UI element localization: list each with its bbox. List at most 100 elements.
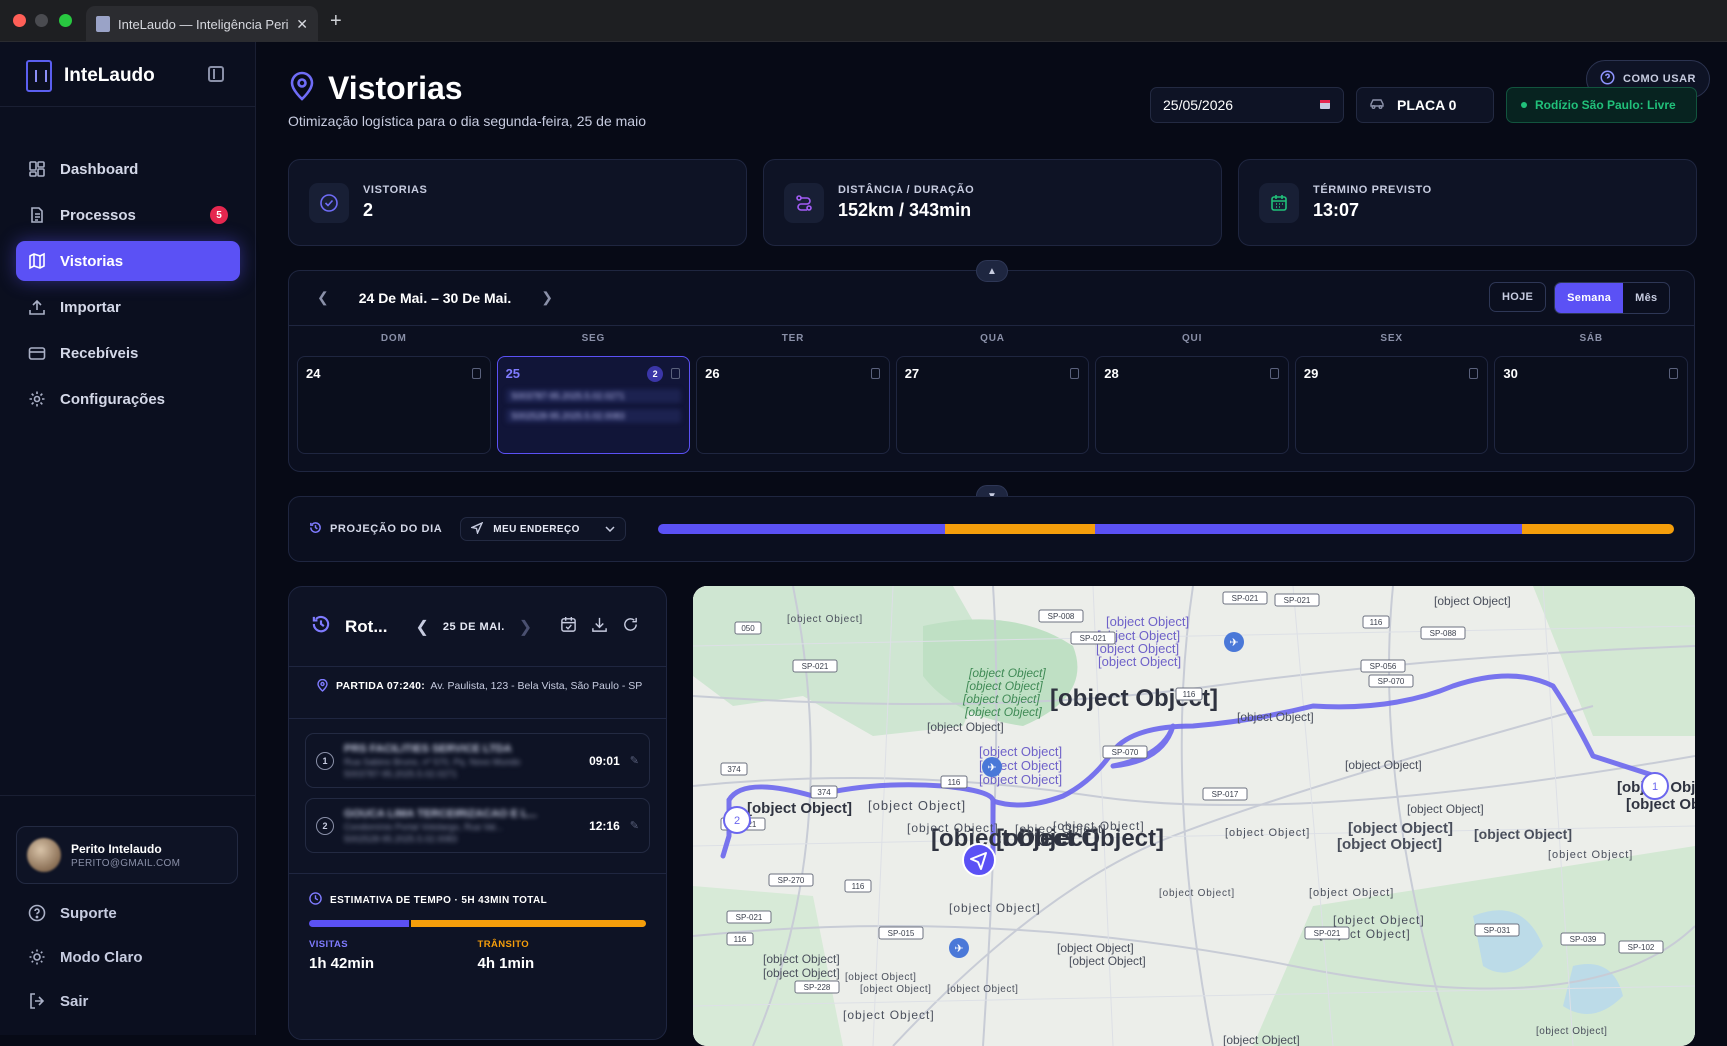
- route-stop[interactable]: 2 GOUCA LIMA TERCEIRIZACAO E L... Condom…: [305, 798, 650, 853]
- transit-segment: [1521, 524, 1674, 534]
- map-label: [object Object]: [1407, 802, 1484, 816]
- map-label: [object Object]: [1337, 836, 1442, 853]
- calendar-entry[interactable]: 5003787-95.2025.5.02.0271: [505, 389, 682, 403]
- weekday-label: TER: [781, 333, 805, 344]
- download-icon[interactable]: [591, 616, 608, 638]
- document-icon[interactable]: [1668, 368, 1678, 379]
- stop-time: 09:01: [589, 753, 620, 768]
- route-start: PARTIDA 07:240: Av. Paulista, 123 - Bela…: [289, 667, 666, 719]
- calendar-check-icon[interactable]: [560, 616, 577, 638]
- edit-icon[interactable]: ✎: [630, 754, 639, 767]
- day-number: 29: [1303, 366, 1319, 381]
- chevron-up-icon[interactable]: ▲: [976, 260, 1008, 282]
- help-label: COMO USAR: [1623, 73, 1696, 85]
- maximize-window-button[interactable]: [59, 14, 72, 27]
- route-panel: Rot... ❮ 25 DE MAI. ❯ PARTIDA 07:240: Av…: [288, 586, 667, 1040]
- stop-process: 5003787-95.2025.5.02.0271: [344, 768, 458, 779]
- sidebar-item-dashboard[interactable]: Dashboard: [16, 149, 240, 189]
- chevron-right-icon[interactable]: ❯: [519, 617, 532, 637]
- document-icon[interactable]: [471, 368, 481, 379]
- road-shield-label: SP-102: [1628, 943, 1655, 952]
- sidebar-item-vistorias[interactable]: Vistorias: [16, 241, 240, 281]
- map-label: [object Object]: [787, 614, 863, 625]
- map-label: [object Object]: [1548, 849, 1633, 861]
- logout-icon: [28, 992, 46, 1010]
- road-shield: SP-021: [1070, 631, 1116, 645]
- map-label: [object Object]: [1333, 913, 1425, 927]
- brand[interactable]: InteLaudo: [26, 58, 155, 94]
- navigation-icon: [962, 843, 996, 877]
- road-shield: SP-228: [794, 980, 840, 994]
- route-stop[interactable]: 1 PRS FACILITIES SERVICE LTDA Rua Sabino…: [305, 733, 650, 788]
- visits-segment: [309, 920, 410, 927]
- route-icon: [784, 182, 824, 223]
- weekday-label: SÁB: [1579, 333, 1603, 344]
- sidebar-bottom-nav: Suporte Modo Claro Sair: [16, 893, 240, 1025]
- edit-icon[interactable]: ✎: [630, 819, 639, 832]
- calendar-day[interactable]: 28: [1095, 356, 1289, 454]
- svg-text:✈: ✈: [987, 762, 996, 774]
- estimate-bar: [309, 920, 646, 927]
- close-window-button[interactable]: [13, 14, 26, 27]
- road-shield: 374: [810, 785, 838, 799]
- collapse-sidebar-icon[interactable]: [208, 66, 224, 82]
- day-number: 30: [1503, 366, 1518, 381]
- origin-select[interactable]: MEU ENDEREÇO: [460, 517, 627, 541]
- month-view-button[interactable]: Mês: [1623, 283, 1669, 313]
- calendar-entry[interactable]: 5002528-95.2025.5.02.0083: [505, 409, 682, 423]
- page-header: Vistorias Otimização logística para o di…: [288, 70, 646, 129]
- calendar-day-selected[interactable]: 25 2 5003787-95.2025.5.02.0271 5002528-9…: [496, 356, 691, 454]
- chevron-right-icon[interactable]: ❯: [541, 289, 553, 306]
- refresh-icon[interactable]: [622, 616, 639, 638]
- map-label: [object Object]: [868, 798, 966, 813]
- calendar-day[interactable]: 26: [696, 356, 890, 454]
- sidebar-nav: Dashboard Processos 5 Vistorias Importar: [16, 149, 240, 425]
- calendar-day[interactable]: 29: [1294, 356, 1489, 454]
- sidebar-item-label: Modo Claro: [60, 948, 143, 966]
- user-card[interactable]: Perito Intelaudo PERITO@GMAIL.COM: [16, 826, 238, 884]
- chevron-left-icon[interactable]: ❮: [416, 617, 429, 637]
- sidebar-item-sair[interactable]: Sair: [16, 981, 240, 1021]
- minimize-window-button[interactable]: [35, 14, 48, 27]
- document-icon[interactable]: [1070, 368, 1080, 379]
- map-label: [object Object]: [1159, 888, 1235, 899]
- document-icon[interactable]: [1469, 368, 1479, 379]
- kpi-distancia: DISTÂNCIA / DURAÇÃO 152km / 343min: [763, 159, 1222, 246]
- road-shield: SP-102: [1618, 940, 1664, 954]
- projection-bar: [658, 524, 1674, 534]
- route-map[interactable]: [object Object] [object Object] [object …: [693, 586, 1695, 1046]
- today-button[interactable]: HOJE: [1489, 282, 1547, 312]
- sidebar-item-processos[interactable]: Processos 5: [16, 195, 240, 235]
- sidebar-item-recebiveis[interactable]: Recebíveis: [16, 333, 240, 373]
- road-shield: 116: [1175, 687, 1203, 701]
- kpi-value: 2: [363, 200, 374, 220]
- calendar-day[interactable]: 24: [297, 356, 491, 454]
- date-picker[interactable]: 25/05/2026: [1150, 87, 1344, 123]
- week-view-button[interactable]: Semana: [1555, 283, 1624, 313]
- stop-marker: 2: [723, 806, 751, 834]
- browser-tab[interactable]: InteLaudo — Inteligência Peric ✕: [86, 6, 318, 42]
- map-label: [object Object]: [1474, 826, 1572, 842]
- calendar-day[interactable]: 27: [895, 356, 1090, 454]
- plate-selector[interactable]: PLACA 0: [1356, 87, 1494, 123]
- start-address: Av. Paulista, 123 - Bela Vista, São Paul…: [430, 680, 643, 692]
- sidebar-item-configuracoes[interactable]: Configurações: [16, 379, 240, 419]
- sidebar-item-modo-claro[interactable]: Modo Claro: [16, 937, 240, 977]
- sidebar-item-importar[interactable]: Importar: [16, 287, 240, 327]
- sidebar-item-suporte[interactable]: Suporte: [16, 893, 240, 933]
- new-tab-button[interactable]: +: [330, 10, 342, 33]
- document-icon[interactable]: [1269, 368, 1279, 379]
- close-tab-icon[interactable]: ✕: [296, 16, 308, 33]
- visits-value: 1h 42min: [309, 955, 375, 972]
- chevron-left-icon[interactable]: ❮: [317, 289, 329, 306]
- document-icon[interactable]: [870, 368, 880, 379]
- road-shield: SP-021: [792, 659, 838, 673]
- transit-segment: [944, 524, 1096, 534]
- road-shield: SP-017: [1202, 787, 1248, 801]
- calendar-day[interactable]: 30: [1494, 356, 1688, 454]
- map-label: [object Object]: [860, 984, 931, 995]
- sidebar-item-label: Recebíveis: [60, 344, 139, 362]
- day-number: 26: [705, 366, 720, 381]
- document-icon[interactable]: [671, 368, 681, 379]
- user-email: PERITO@GMAIL.COM: [71, 857, 181, 869]
